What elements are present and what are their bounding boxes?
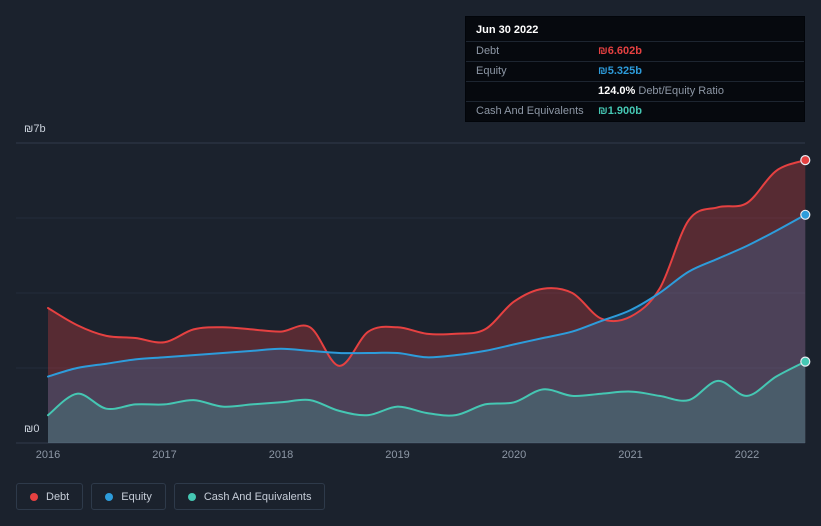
x-tick-2017: 2017 [152,449,177,461]
debt-endpoint-marker [800,155,811,166]
tooltip-equity-label: Equity [476,65,507,77]
legend-item-equity[interactable]: Equity [91,483,166,510]
tooltip-date: Jun 30 2022 [476,24,539,36]
legend-item-cash[interactable]: Cash And Equivalents [173,483,326,510]
legend-dot-cash [187,492,196,501]
chart-svg[interactable] [16,142,811,444]
tooltip-row-ratio: 124.0% Debt/Equity Ratio [466,81,804,101]
legend-dot-debt [30,492,38,501]
tooltip-row-debt: Debt ₪6.602b [466,41,804,61]
tooltip-row-equity: Equity ₪5.325b [466,61,804,81]
x-tick-2018: 2018 [268,449,294,461]
equity-endpoint-marker [800,209,811,220]
x-tick-2020: 2020 [501,449,527,461]
legend-label-equity: Equity [121,490,152,503]
x-tick-2016: 2016 [35,449,61,461]
tooltip-ratio-label: Debt/Equity Ratio [638,85,724,97]
x-axis: 2016 2017 2018 2019 2020 2021 2022 [0,449,821,463]
cash-and-equivalents-endpoint-marker [800,356,811,367]
debt-equity-history-page: { "colors": { "background": "#1b222d", "… [0,0,821,526]
x-tick-2019: 2019 [385,449,410,461]
y-axis-label-max: ₪7b [24,123,46,135]
tooltip-ratio: 124.0% Debt/Equity Ratio [598,84,724,99]
x-tick-2021: 2021 [618,449,643,461]
legend-dot-equity [105,492,114,501]
tooltip-equity-value: ₪5.325b [598,65,642,77]
tooltip-debt-value: ₪6.602b [598,45,642,57]
legend-label-debt: Debt [46,490,70,503]
chart-tooltip: Jun 30 2022 Debt ₪6.602b Equity ₪5.325b … [465,16,805,122]
legend-label-cash: Cash And Equivalents [203,490,312,503]
tooltip-cash-value: ₪1.900b [598,105,642,117]
tooltip-row-cash: Cash And Equivalents ₪1.900b [466,101,804,121]
chart-area [16,142,811,444]
x-tick-2022: 2022 [734,449,760,461]
legend: Debt Equity Cash And Equivalents [16,483,326,510]
tooltip-cash-label: Cash And Equivalents [476,105,584,117]
tooltip-debt-label: Debt [476,45,500,57]
tooltip-ratio-value: 124.0% [598,85,636,97]
legend-item-debt[interactable]: Debt [16,483,84,510]
